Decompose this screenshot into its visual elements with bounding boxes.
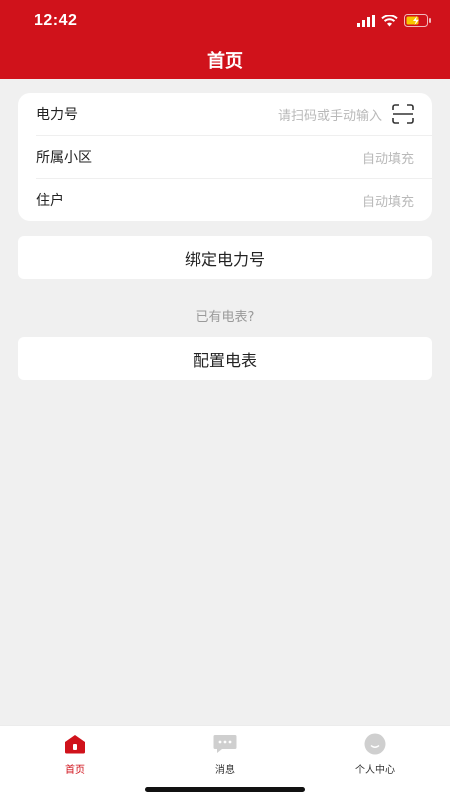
power-number-row[interactable]: 电力号 请扫码或手动输入 [18,93,432,135]
existing-meter-hint: 已有电表? [195,310,255,325]
power-number-input[interactable]: 请扫码或手动输入 [278,105,382,124]
binding-form-card: 电力号 请扫码或手动输入 所属小区 自动填充 住户 自动填充 [18,93,432,221]
status-time: 12:42 [34,12,78,29]
app-header: 12:42 首页 [0,0,450,79]
wifi-icon [381,14,398,26]
status-icons [357,14,432,27]
home-indicator [145,787,305,792]
tab-profile-label: 个人中心 [355,765,395,776]
tab-messages[interactable]: 消息 [180,732,270,776]
community-row: 所属小区 自动填充 [18,136,432,178]
tab-messages-label: 消息 [215,765,235,776]
power-number-label: 电力号 [36,107,78,123]
community-label: 所属小区 [36,150,92,166]
message-icon [180,732,270,756]
scan-icon[interactable] [392,104,414,124]
home-icon [30,732,120,756]
configure-meter-button[interactable]: 配置电表 [18,337,432,380]
community-value: 自动填充 [361,151,414,167]
tab-home[interactable]: 首页 [30,732,120,776]
resident-label: 住户 [36,193,64,209]
tab-profile[interactable]: 个人中心 [330,732,420,776]
signal-icon [357,14,375,27]
battery-icon [404,14,431,27]
tab-home-label: 首页 [65,765,85,776]
profile-icon [330,732,420,756]
page-title: 首页 [207,51,243,72]
bind-power-number-button[interactable]: 绑定电力号 [18,236,432,279]
resident-row: 住户 自动填充 [18,179,432,221]
resident-value: 自动填充 [361,194,414,210]
status-bar: 12:42 [0,0,450,44]
